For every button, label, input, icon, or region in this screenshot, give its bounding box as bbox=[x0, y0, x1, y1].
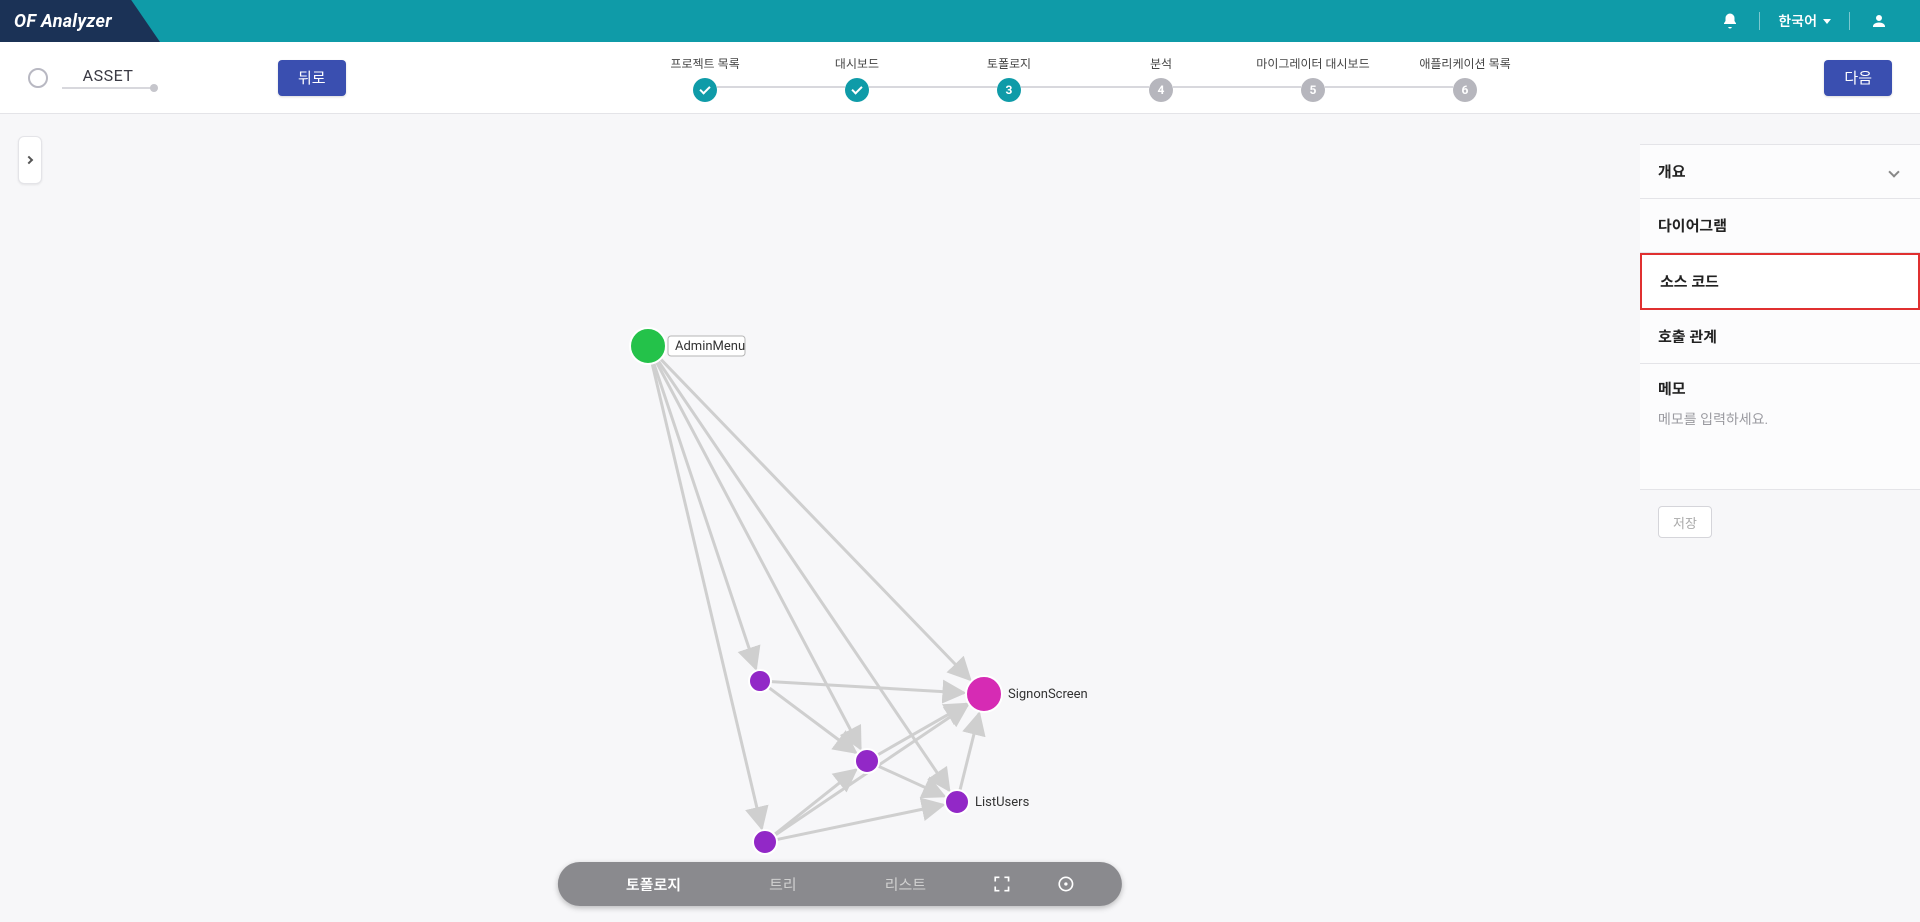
fullscreen-icon[interactable] bbox=[988, 870, 1016, 898]
step-5[interactable]: 마이그레이터 대시보드 5 bbox=[1237, 55, 1389, 102]
chevron-down-icon bbox=[1823, 19, 1831, 24]
prev-button[interactable]: 뒤로 bbox=[278, 60, 346, 96]
step-node: 6 bbox=[1453, 78, 1477, 102]
step-node bbox=[845, 78, 869, 102]
language-dropdown[interactable]: 한국어 bbox=[1778, 11, 1831, 31]
step-6[interactable]: 애플리케이션 목록 6 bbox=[1389, 55, 1541, 102]
step-label: 대시보드 bbox=[835, 55, 879, 72]
panel-section-source[interactable]: 소스 코드 bbox=[1640, 253, 1920, 310]
stepper-bar: ASSET 뒤로 프로젝트 목록 대시보드 토폴로지 3 분석 4 마이그레이터 대시보드 5… bbox=[0, 42, 1920, 114]
topbar-divider bbox=[1849, 12, 1850, 30]
topology-canvas[interactable]: AdminMenu SignonScreen ListUsers 토폴로지트리리스트 bbox=[40, 114, 1640, 918]
graph-edge[interactable] bbox=[771, 682, 964, 693]
topology-graph[interactable]: AdminMenu SignonScreen ListUsers bbox=[40, 114, 1640, 918]
language-label: 한국어 bbox=[1778, 11, 1817, 31]
save-button[interactable]: 저장 bbox=[1658, 506, 1712, 538]
graph-node[interactable]: ListUsers bbox=[945, 790, 1030, 814]
graph-edge[interactable] bbox=[654, 363, 756, 669]
brand-text: OF Analyzer bbox=[14, 11, 112, 32]
topbar-divider bbox=[1759, 12, 1760, 30]
graph-node-label: AdminMenu bbox=[675, 339, 745, 354]
view-tab-리스트[interactable]: 리스트 bbox=[841, 874, 970, 895]
panel-section-label: 소스 코드 bbox=[1660, 271, 1719, 292]
graph-node-label: SignonScreen bbox=[1008, 687, 1088, 702]
radio-icon bbox=[28, 68, 48, 88]
step-4[interactable]: 분석 4 bbox=[1085, 55, 1237, 102]
graph-edge[interactable] bbox=[769, 688, 856, 753]
panel-section-label: 호출 관계 bbox=[1658, 326, 1717, 347]
stepper-track: 프로젝트 목록 대시보드 토폴로지 3 분석 4 마이그레이터 대시보드 5 애플리케이션 목록… bbox=[370, 53, 1801, 102]
step-label: 프로젝트 목록 bbox=[670, 55, 739, 72]
step-label: 애플리케이션 목록 bbox=[1419, 55, 1510, 72]
next-button[interactable]: 다음 bbox=[1824, 60, 1892, 96]
recenter-icon[interactable] bbox=[1052, 870, 1080, 898]
brand-logo: OF Analyzer bbox=[0, 0, 160, 42]
graph-node[interactable] bbox=[753, 830, 777, 854]
step-label: 분석 bbox=[1150, 55, 1172, 72]
step-label: 마이그레이터 대시보드 bbox=[1256, 55, 1369, 72]
graph-node[interactable]: SignonScreen bbox=[966, 676, 1088, 712]
topbar-right: 한국어 bbox=[1719, 10, 1920, 32]
graph-node[interactable] bbox=[749, 670, 771, 692]
step-node: 4 bbox=[1149, 78, 1173, 102]
step-1[interactable]: 프로젝트 목록 bbox=[629, 55, 781, 102]
step-3[interactable]: 토폴로지 3 bbox=[933, 55, 1085, 102]
step-node: 5 bbox=[1301, 78, 1325, 102]
chevron-right-icon bbox=[25, 156, 33, 164]
panel-section-diagram[interactable]: 다이어그램 bbox=[1640, 199, 1920, 253]
step-2[interactable]: 대시보드 bbox=[781, 55, 933, 102]
panel-save-row: 저장 bbox=[1640, 490, 1920, 554]
graph-node[interactable]: AdminMenu bbox=[630, 328, 745, 364]
memo-header: 메모 bbox=[1658, 378, 1902, 399]
asset-label: ASSET bbox=[83, 66, 134, 85]
left-rail-toggle[interactable] bbox=[18, 136, 42, 184]
graph-edge[interactable] bbox=[960, 713, 979, 790]
view-tab-토폴로지[interactable]: 토폴로지 bbox=[582, 874, 725, 895]
step-node: 3 bbox=[997, 78, 1021, 102]
panel-section-overview[interactable]: 개요 bbox=[1640, 144, 1920, 199]
graph-node-label: ListUsers bbox=[975, 795, 1030, 810]
panel-section-calls[interactable]: 호출 관계 bbox=[1640, 310, 1920, 364]
chevron-down-icon bbox=[1888, 166, 1899, 177]
panel-section-label: 개요 bbox=[1658, 161, 1686, 182]
properties-panel: 개요다이어그램소스 코드호출 관계메모메모를 입력하세요. 저장 bbox=[1640, 114, 1920, 918]
graph-edge[interactable] bbox=[877, 704, 966, 755]
panel-section-label: 다이어그램 bbox=[1658, 215, 1727, 236]
asset-selector[interactable]: ASSET bbox=[28, 66, 188, 89]
workspace: AdminMenu SignonScreen ListUsers 토폴로지트리리스트… bbox=[0, 114, 1920, 918]
graph-edge[interactable] bbox=[777, 805, 944, 840]
graph-node[interactable] bbox=[855, 749, 879, 773]
view-mode-bar[interactable]: 토폴로지트리리스트 bbox=[558, 862, 1122, 906]
panel-section-memo: 메모메모를 입력하세요. bbox=[1640, 364, 1920, 490]
user-icon[interactable] bbox=[1868, 10, 1890, 32]
view-tab-트리[interactable]: 트리 bbox=[725, 874, 841, 895]
bell-icon[interactable] bbox=[1719, 10, 1741, 32]
memo-input[interactable]: 메모를 입력하세요. bbox=[1658, 409, 1902, 429]
step-node bbox=[693, 78, 717, 102]
topbar: OF Analyzer 한국어 bbox=[0, 0, 1920, 42]
step-label: 토폴로지 bbox=[987, 55, 1031, 72]
